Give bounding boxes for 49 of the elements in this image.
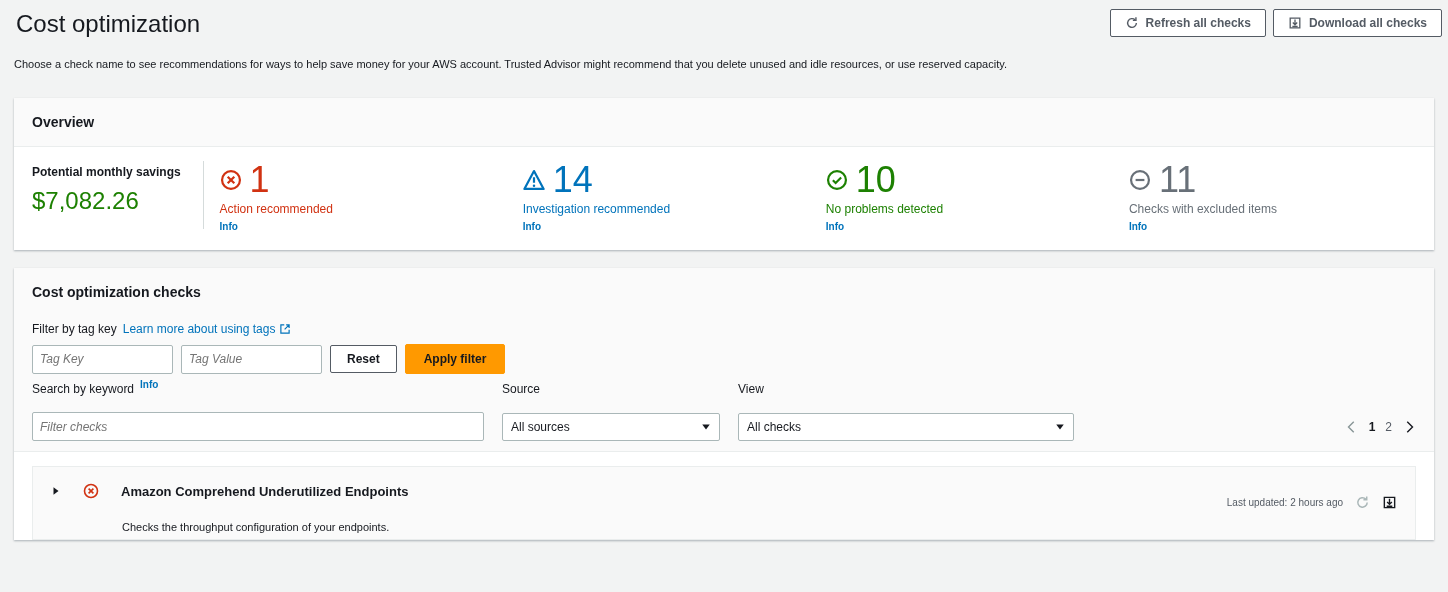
apply-filter-button[interactable]: Apply filter <box>404 344 506 374</box>
warning-icon <box>522 169 545 191</box>
status-label: No problems detected <box>825 202 945 216</box>
info-link[interactable]: Info <box>219 221 238 232</box>
page-number[interactable]: 2 <box>1385 419 1392 434</box>
page-number[interactable]: 1 <box>1368 419 1376 434</box>
caret-right-icon[interactable] <box>51 486 61 496</box>
filter-label: Filter by tag key <box>32 322 117 336</box>
search-field[interactable]: Filter checks <box>32 412 484 441</box>
info-link[interactable]: Info <box>140 379 159 396</box>
reset-button[interactable]: Reset <box>330 345 397 373</box>
status-count: 1 <box>249 161 270 199</box>
page-description: Choose a check name to see recommendations for ways to help save money for your AWS account. Trusted Advisor might recommend that you delete unused and idle resources, or use reserved capacity. <box>14 58 1008 72</box>
external-link-icon <box>279 323 292 335</box>
status-label: Investigation recommended <box>522 202 672 216</box>
info-link[interactable]: Info <box>1128 221 1148 232</box>
minus-circle-icon <box>1128 169 1151 191</box>
status-label: Checks with excluded items <box>1128 202 1278 216</box>
check-name[interactable]: Amazon Comprehend Underutilized Endpoints <box>121 483 409 499</box>
error-icon <box>219 169 242 191</box>
last-updated-text: Last updated: 2 hours ago <box>1226 497 1343 508</box>
refresh-icon <box>1124 16 1139 30</box>
panel-title: Cost optimization checks <box>32 284 202 300</box>
info-link[interactable]: Info <box>522 221 541 232</box>
source-label: Source <box>502 382 542 396</box>
learn-more-link[interactable]: Learn more about using tags <box>122 322 292 336</box>
view-dropdown[interactable]: All checks <box>738 412 1074 441</box>
download-icon <box>1287 16 1302 30</box>
status-count: 11 <box>1158 161 1197 199</box>
status-label: Action recommended <box>219 202 334 216</box>
search-label: Search by keyword <box>32 382 135 396</box>
tag-value-field[interactable]: Tag Value <box>181 344 322 374</box>
panel-title: Overview <box>14 98 1434 147</box>
page-title: Cost optimization <box>16 10 201 38</box>
tag-key-field[interactable]: Tag Key <box>32 344 173 374</box>
savings-label: Potential monthly savings <box>32 165 182 179</box>
view-label: View <box>738 382 765 396</box>
download-button[interactable]: Download all checks <box>1272 9 1442 37</box>
error-icon <box>83 483 99 499</box>
check-description: Checks the throughput configuration of your endpoints. <box>122 521 390 533</box>
refresh-button[interactable]: Refresh all checks <box>1109 9 1266 37</box>
status-count: 14 <box>552 161 593 199</box>
info-link[interactable]: Info <box>825 221 845 232</box>
refresh-icon <box>1355 495 1370 510</box>
savings-value: $7,082.26 <box>32 187 140 215</box>
status-count: 10 <box>855 161 896 199</box>
download-icon <box>1382 495 1397 510</box>
check-circle-icon <box>825 169 848 191</box>
source-dropdown[interactable]: All sources <box>502 412 720 441</box>
